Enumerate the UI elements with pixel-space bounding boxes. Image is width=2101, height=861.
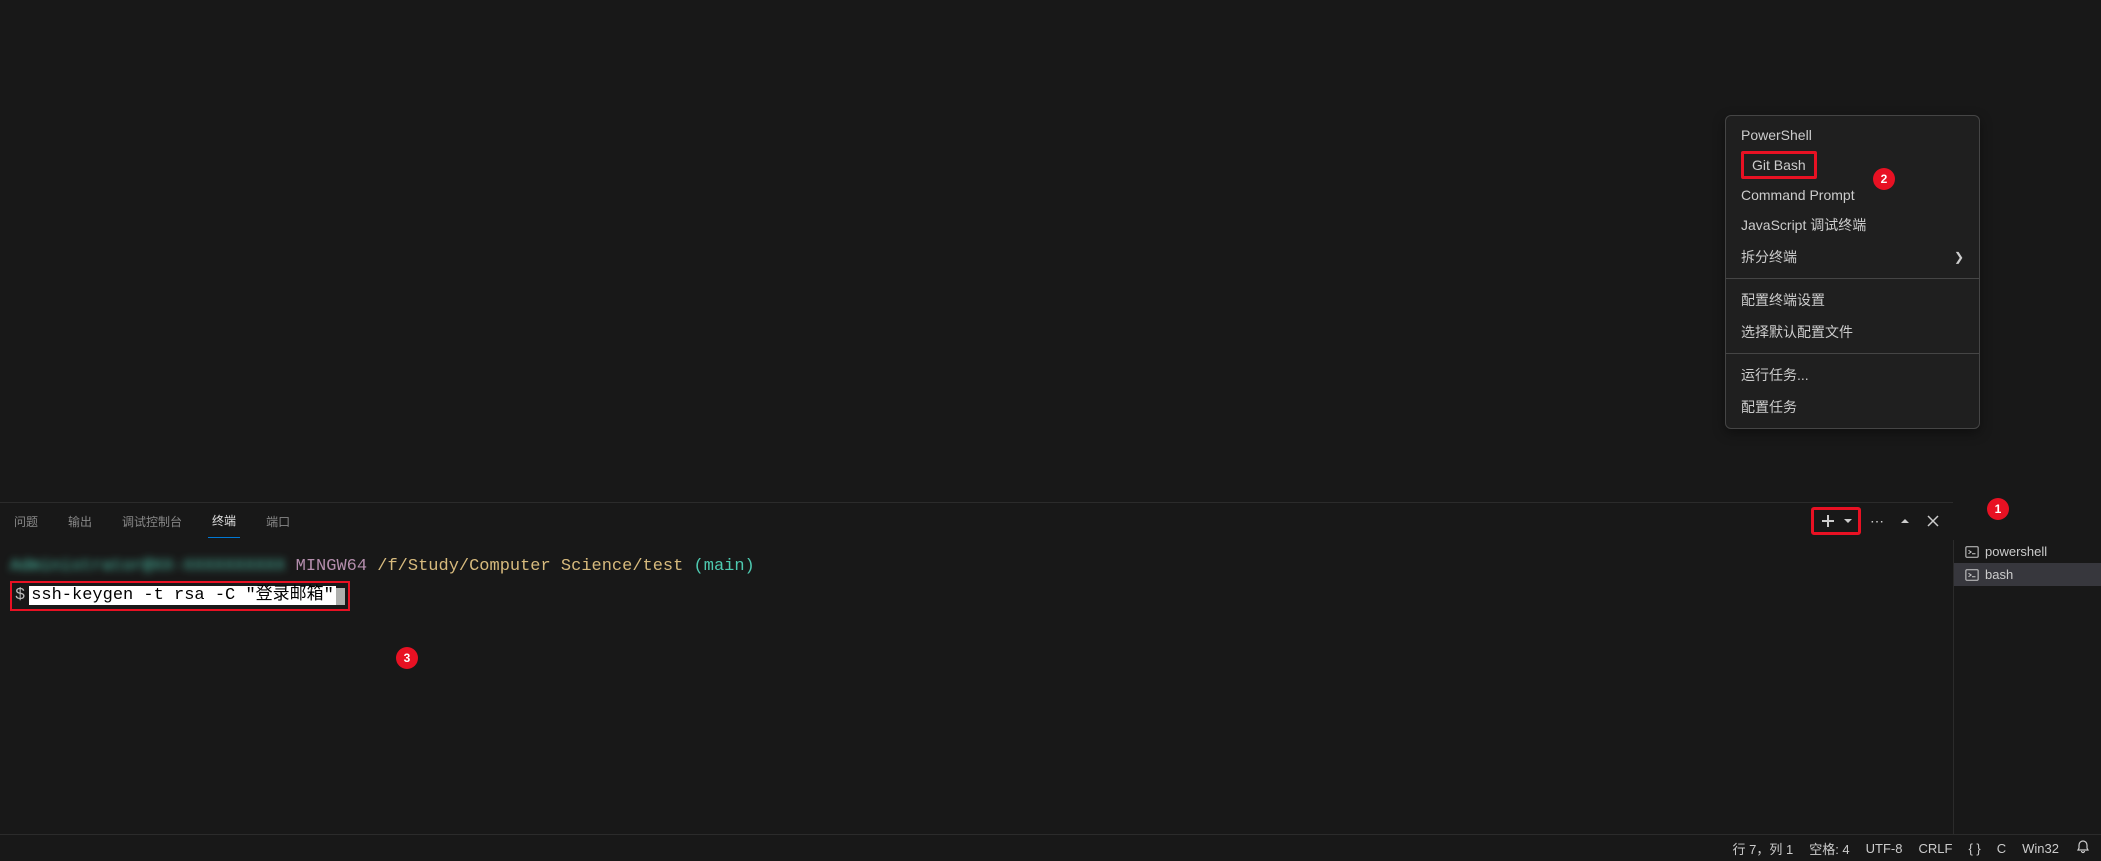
ellipsis-icon: ⋯ <box>1870 513 1884 530</box>
status-spaces[interactable]: 空格: 4 <box>1809 839 1849 858</box>
status-encoding[interactable]: UTF-8 <box>1866 841 1903 856</box>
terminal-command-highlight: $ssh-keygen -t rsa -C "登录邮箱" <box>10 581 350 611</box>
menu-split-terminal[interactable]: 拆分终端 ❯ <box>1726 241 1979 273</box>
terminal-panel: 问题 输出 调试控制台 终端 端口 ⋯ Administrator@XX-XXX… <box>0 502 1953 834</box>
tab-debug-console[interactable]: 调试控制台 <box>118 505 186 538</box>
status-eol[interactable]: CRLF <box>1919 841 1953 856</box>
callout-3: 3 <box>396 647 418 669</box>
menu-git-bash-wrap[interactable]: Git Bash <box>1726 149 1979 181</box>
terminal-list-powershell[interactable]: powershell <box>1954 540 2101 563</box>
close-icon <box>1925 513 1941 529</box>
terminal-list-sidebar: powershell bash <box>1953 540 2101 834</box>
terminal-branch: (main) <box>694 557 755 576</box>
terminal-line-1: Administrator@XX-XXXXXXXXXX MINGW64 /f/S… <box>10 555 1943 579</box>
menu-select-default[interactable]: 选择默认配置文件 <box>1726 316 1979 348</box>
panel-close-button[interactable] <box>1921 509 1945 533</box>
status-braces[interactable]: { } <box>1968 841 1980 856</box>
chevron-up-icon <box>1897 513 1913 529</box>
panel-maximize-button[interactable] <box>1893 509 1917 533</box>
menu-powershell[interactable]: PowerShell <box>1726 121 1979 149</box>
terminal-icon <box>1964 544 1979 559</box>
callout-2: 2 <box>1873 168 1895 190</box>
callout-1: 1 <box>1987 498 2009 520</box>
terminal-list-bash-label: bash <box>1985 567 2013 582</box>
new-terminal-button[interactable] <box>1816 509 1840 533</box>
terminal-user-host: Administrator@XX-XXXXXXXXXX <box>10 557 285 576</box>
tab-output[interactable]: 输出 <box>64 505 96 538</box>
status-line-col[interactable]: 行 7，列 1 <box>1733 839 1794 858</box>
plus-icon <box>1820 513 1836 529</box>
menu-command-prompt[interactable]: Command Prompt <box>1726 181 1979 209</box>
menu-configure-settings[interactable]: 配置终端设置 <box>1726 284 1979 316</box>
terminal-line-2: $ssh-keygen -t rsa -C "登录邮箱" <box>10 581 1943 611</box>
menu-js-debug[interactable]: JavaScript 调试终端 <box>1726 209 1979 241</box>
menu-split-label: 拆分终端 <box>1741 247 1797 267</box>
menu-separator-2 <box>1726 353 1979 354</box>
terminal-body[interactable]: Administrator@XX-XXXXXXXXXX MINGW64 /f/S… <box>0 539 1953 627</box>
chevron-right-icon: ❯ <box>1954 250 1964 264</box>
status-notifications-button[interactable] <box>2075 839 2091 858</box>
panel-actions: ⋯ <box>1811 507 1945 535</box>
terminal-dropdown-button[interactable] <box>1840 509 1856 533</box>
status-bar: 行 7，列 1 空格: 4 UTF-8 CRLF { } C Win32 <box>0 834 2101 861</box>
terminal-list-bash[interactable]: bash <box>1954 563 2101 586</box>
bell-icon <box>2075 839 2091 855</box>
menu-run-task[interactable]: 运行任务... <box>1726 359 1979 391</box>
terminal-command: ssh-keygen -t rsa -C "登录邮箱" <box>29 586 336 605</box>
terminal-prompt: $ <box>15 586 25 605</box>
menu-git-bash: Git Bash <box>1741 151 1817 179</box>
terminal-profile-menu: PowerShell Git Bash Command Prompt JavaS… <box>1725 115 1980 429</box>
status-platform[interactable]: Win32 <box>2022 841 2059 856</box>
menu-separator <box>1726 278 1979 279</box>
panel-more-button[interactable]: ⋯ <box>1865 509 1889 533</box>
panel-tabs: 问题 输出 调试控制台 终端 端口 <box>0 503 1953 539</box>
tab-problems[interactable]: 问题 <box>10 505 42 538</box>
terminal-cursor <box>336 588 345 605</box>
menu-configure-task[interactable]: 配置任务 <box>1726 391 1979 423</box>
tab-ports[interactable]: 端口 <box>262 505 294 538</box>
tab-terminal[interactable]: 终端 <box>208 504 240 538</box>
terminal-mingw: MINGW64 <box>296 557 367 576</box>
terminal-icon <box>1964 567 1979 582</box>
terminal-path: /f/Study/Computer Science/test <box>377 557 683 576</box>
terminal-list-powershell-label: powershell <box>1985 544 2047 559</box>
status-language[interactable]: C <box>1997 841 2006 856</box>
new-terminal-dropdown-highlight <box>1811 507 1861 535</box>
chevron-down-icon <box>1840 513 1856 529</box>
